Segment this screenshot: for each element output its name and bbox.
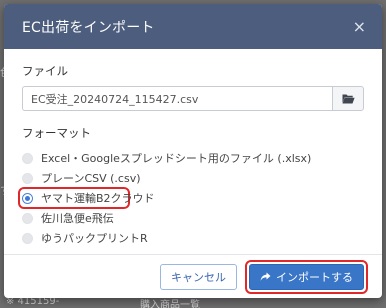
dialog-title: EC出荷をインポート: [22, 19, 155, 36]
format-option-label: プレーンCSV (.csv): [41, 172, 141, 185]
format-option-yupack[interactable]: ゆうパックプリントR: [22, 228, 364, 248]
import-ec-shipment-dialog: EC出荷をインポート × ファイル フォーマット Excel・Googleスプレ…: [4, 4, 382, 298]
format-option-xlsx[interactable]: Excel・Googleスプレッドシート用のファイル (.xlsx): [22, 148, 364, 168]
radio-button-selected[interactable]: [22, 192, 33, 204]
format-radio-group: Excel・Googleスプレッドシート用のファイル (.xlsx) プレーンC…: [18, 148, 364, 248]
format-option-yamato-b2[interactable]: ヤマト運輸B2クラウド: [18, 187, 155, 209]
file-name-field[interactable]: [22, 86, 332, 111]
format-option-label: ゆうパックプリントR: [41, 232, 148, 245]
import-button[interactable]: インポートする: [249, 263, 364, 290]
dialog-footer: キャンセル インポートする: [4, 254, 382, 298]
radio-button[interactable]: [22, 172, 33, 184]
file-section-label: ファイル: [22, 64, 68, 78]
format-option-sagawa[interactable]: 佐川急便e飛伝: [22, 208, 364, 228]
browse-file-button[interactable]: [332, 86, 364, 111]
format-option-label: 佐川急便e飛伝: [41, 212, 114, 225]
folder-open-icon: [342, 94, 355, 104]
format-section-label: フォーマット: [22, 126, 91, 140]
format-option-csv[interactable]: プレーンCSV (.csv): [22, 168, 364, 188]
radio-button[interactable]: [22, 212, 33, 224]
import-button-highlight: インポートする: [245, 259, 368, 294]
file-picker: [22, 86, 364, 111]
format-option-label: ヤマト運輸B2クラウド: [41, 192, 155, 205]
share-arrow-icon: [260, 272, 271, 281]
radio-button[interactable]: [22, 232, 33, 244]
dialog-header: EC出荷をインポート ×: [4, 4, 382, 49]
format-option-label: Excel・Googleスプレッドシート用のファイル (.xlsx): [41, 152, 312, 165]
cancel-button[interactable]: キャンセル: [160, 263, 237, 290]
import-button-label: インポートする: [276, 270, 353, 284]
dialog-body: ファイル フォーマット Excel・Googleスプレッドシート用のファイル (…: [4, 49, 382, 248]
radio-button[interactable]: [22, 152, 33, 164]
close-icon[interactable]: ×: [353, 18, 366, 35]
